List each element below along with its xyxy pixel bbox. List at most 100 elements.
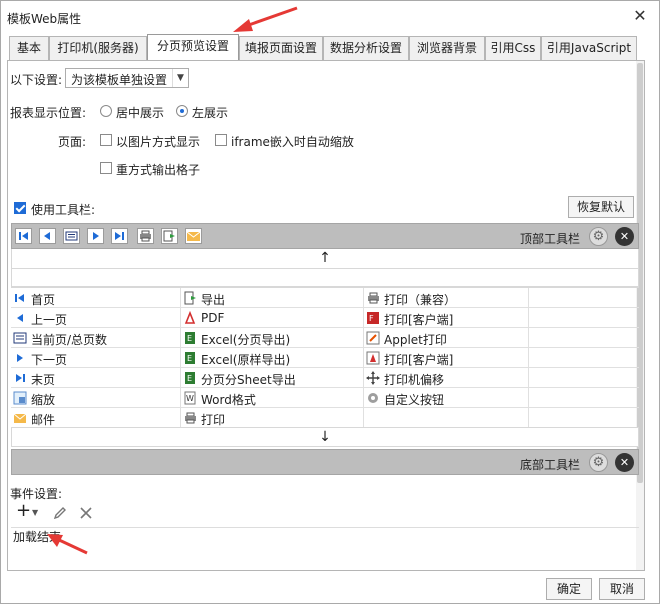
flash-print-icon: F <box>367 312 379 324</box>
use-toolbar-label: 使用工具栏: <box>31 203 96 217</box>
btn-mail-label: 邮件 <box>31 413 56 427</box>
tab-browser-bg[interactable]: 浏览器背景 <box>409 36 485 60</box>
checkbox-iframe-zoom-label: iframe嵌入时自动缩放 <box>231 135 354 149</box>
tab-printer-server[interactable]: 打印机(服务器) <box>49 36 147 60</box>
next-page-icon <box>17 354 23 362</box>
radio-left[interactable] <box>176 105 188 117</box>
move-up-arrow-icon[interactable]: ↑ <box>11 249 639 269</box>
grid-cell-applet-print[interactable]: Applet打印 <box>364 328 529 348</box>
print-icon <box>368 292 379 304</box>
close-icon[interactable]: ✕ <box>631 7 649 25</box>
grid-cell-print-client[interactable]: F 打印[客户端] <box>364 308 529 328</box>
btn-zoom-label: 缩放 <box>31 393 56 407</box>
grid-cell-zoom[interactable]: 缩放 <box>11 388 181 408</box>
zoom-icon <box>13 391 27 405</box>
window-title: 模板Web属性 <box>7 12 82 26</box>
grid-cell-pdf[interactable]: PDF <box>181 308 364 328</box>
export-icon[interactable] <box>161 228 178 244</box>
btn-applet-print-label: Applet打印 <box>384 333 447 347</box>
grid-cell-word[interactable]: W Word格式 <box>181 388 364 408</box>
top-toolbar-close-icon[interactable]: ✕ <box>615 227 634 246</box>
grid-row: 末页 E 分页分Sheet导出 打印机偏移 <box>11 368 639 388</box>
tab-basic[interactable]: 基本 <box>9 36 49 60</box>
checkbox-grid-output[interactable] <box>100 162 112 174</box>
grid-cell-prev-page[interactable]: 上一页 <box>11 308 181 328</box>
settings-panel: 以下设置: 为该模板单独设置 ▼ 报表显示位置: 居中展示 左展示 页面: 以图… <box>7 60 645 571</box>
btn-current-page-label: 当前页/总页数 <box>31 333 108 347</box>
tab-javascript[interactable]: 引用JavaScript <box>541 36 637 60</box>
last-page-icon <box>16 374 25 382</box>
tab-fill-page[interactable]: 填报页面设置 <box>239 36 323 60</box>
ok-button[interactable]: 确定 <box>546 578 592 600</box>
current-page-icon <box>13 332 27 344</box>
btn-word-label: Word格式 <box>201 393 256 407</box>
checkbox-iframe-zoom[interactable] <box>215 134 227 146</box>
grid-cell-excel-original[interactable]: E Excel(原样导出) <box>181 348 364 368</box>
last-page-icon[interactable] <box>111 228 128 244</box>
btn-custom-button-label: 自定义按钮 <box>384 393 445 407</box>
annotation-arrow-event-icon <box>47 534 88 555</box>
chevron-down-icon: ▼ <box>172 69 188 87</box>
grid-cell-current-page[interactable]: 当前页/总页数 <box>11 328 181 348</box>
scope-select[interactable]: 为该模板单独设置 ▼ <box>65 68 189 88</box>
add-event-dropdown-icon[interactable]: ▼ <box>32 508 38 517</box>
btn-sheet-export-label: 分页分Sheet导出 <box>201 373 296 387</box>
restore-default-button[interactable]: 恢复默认 <box>568 196 634 218</box>
grid-cell-printer-offset[interactable]: 打印机偏移 <box>364 368 529 388</box>
tab-page-preview[interactable]: 分页预览设置 <box>147 34 239 60</box>
add-event-icon[interactable]: + <box>16 502 31 520</box>
top-toolbar-gear-icon[interactable]: ⚙ <box>589 227 608 246</box>
btn-printer-offset-label: 打印机偏移 <box>384 373 445 387</box>
top-toolbar-label: 顶部工具栏 <box>520 232 581 246</box>
btn-export-label: 导出 <box>201 293 226 307</box>
first-page-icon[interactable] <box>15 228 32 244</box>
mail-icon <box>13 413 27 423</box>
word-icon: W <box>184 391 196 405</box>
next-page-icon[interactable] <box>87 228 104 244</box>
checkbox-image-display[interactable] <box>100 134 112 146</box>
grid-cell-pdf-print-client[interactable]: 打印[客户端] <box>364 348 529 368</box>
current-page-icon[interactable] <box>63 228 80 244</box>
dialog-window: 模板Web属性 ✕ 基本 打印机(服务器) 分页预览设置 填报页面设置 数据分析… <box>0 0 660 604</box>
scope-select-value: 为该模板单独设置 <box>71 73 168 87</box>
applet-icon <box>366 331 380 345</box>
bottom-toolbar: 底部工具栏 ⚙ ✕ <box>11 449 639 475</box>
checkbox-grid-output-label: 重方式输出格子 <box>116 163 201 177</box>
edit-event-icon[interactable] <box>52 505 68 521</box>
grid-cell-last-page[interactable]: 末页 <box>11 368 181 388</box>
grid-cell-export[interactable]: 导出 <box>181 288 364 308</box>
tab-css[interactable]: 引用Css <box>485 36 541 60</box>
grid-cell-first-page[interactable]: 首页 <box>11 288 181 308</box>
excel-icon: E <box>185 352 195 364</box>
print-icon[interactable] <box>137 228 154 244</box>
page-label: 页面: <box>58 135 87 149</box>
grid-cell-custom-button[interactable]: 自定义按钮 <box>364 388 529 408</box>
btn-pdf-label: PDF <box>201 311 225 325</box>
checkbox-use-toolbar[interactable] <box>14 202 26 214</box>
grid-cell-next-page[interactable]: 下一页 <box>11 348 181 368</box>
grid-cell-sheet-export[interactable]: E 分页分Sheet导出 <box>181 368 364 388</box>
grid-row: 缩放 W Word格式 自定义按钮 <box>11 388 639 408</box>
svg-text:W: W <box>186 394 194 403</box>
delete-event-icon[interactable] <box>78 505 94 521</box>
move-down-arrow-icon[interactable]: ↓ <box>11 427 639 447</box>
cancel-button[interactable]: 取消 <box>599 578 645 600</box>
radio-center-label: 居中展示 <box>116 106 165 120</box>
grid-cell-excel-page[interactable]: E Excel(分页导出) <box>181 328 364 348</box>
pdf-icon <box>184 311 196 324</box>
event-list: 加载结束 <box>11 527 639 571</box>
btn-pdf-print-client-label: 打印[客户端] <box>384 353 454 367</box>
bottom-toolbar-close-icon[interactable]: ✕ <box>615 453 634 472</box>
bottom-toolbar-gear-icon[interactable]: ⚙ <box>589 453 608 472</box>
radio-center[interactable] <box>100 105 112 117</box>
scope-label: 以下设置: <box>10 73 63 87</box>
grid-cell-print[interactable]: 打印 <box>181 408 364 428</box>
prev-page-icon[interactable] <box>39 228 56 244</box>
grid-cell-mail[interactable]: 邮件 <box>11 408 181 428</box>
btn-print-label: 打印 <box>201 413 226 427</box>
tab-data-analysis[interactable]: 数据分析设置 <box>323 36 409 60</box>
grid-cell-print-compat[interactable]: 打印（兼容） <box>364 288 529 308</box>
move-icon <box>366 371 380 385</box>
export-icon <box>184 291 196 305</box>
mail-icon[interactable] <box>185 228 202 244</box>
